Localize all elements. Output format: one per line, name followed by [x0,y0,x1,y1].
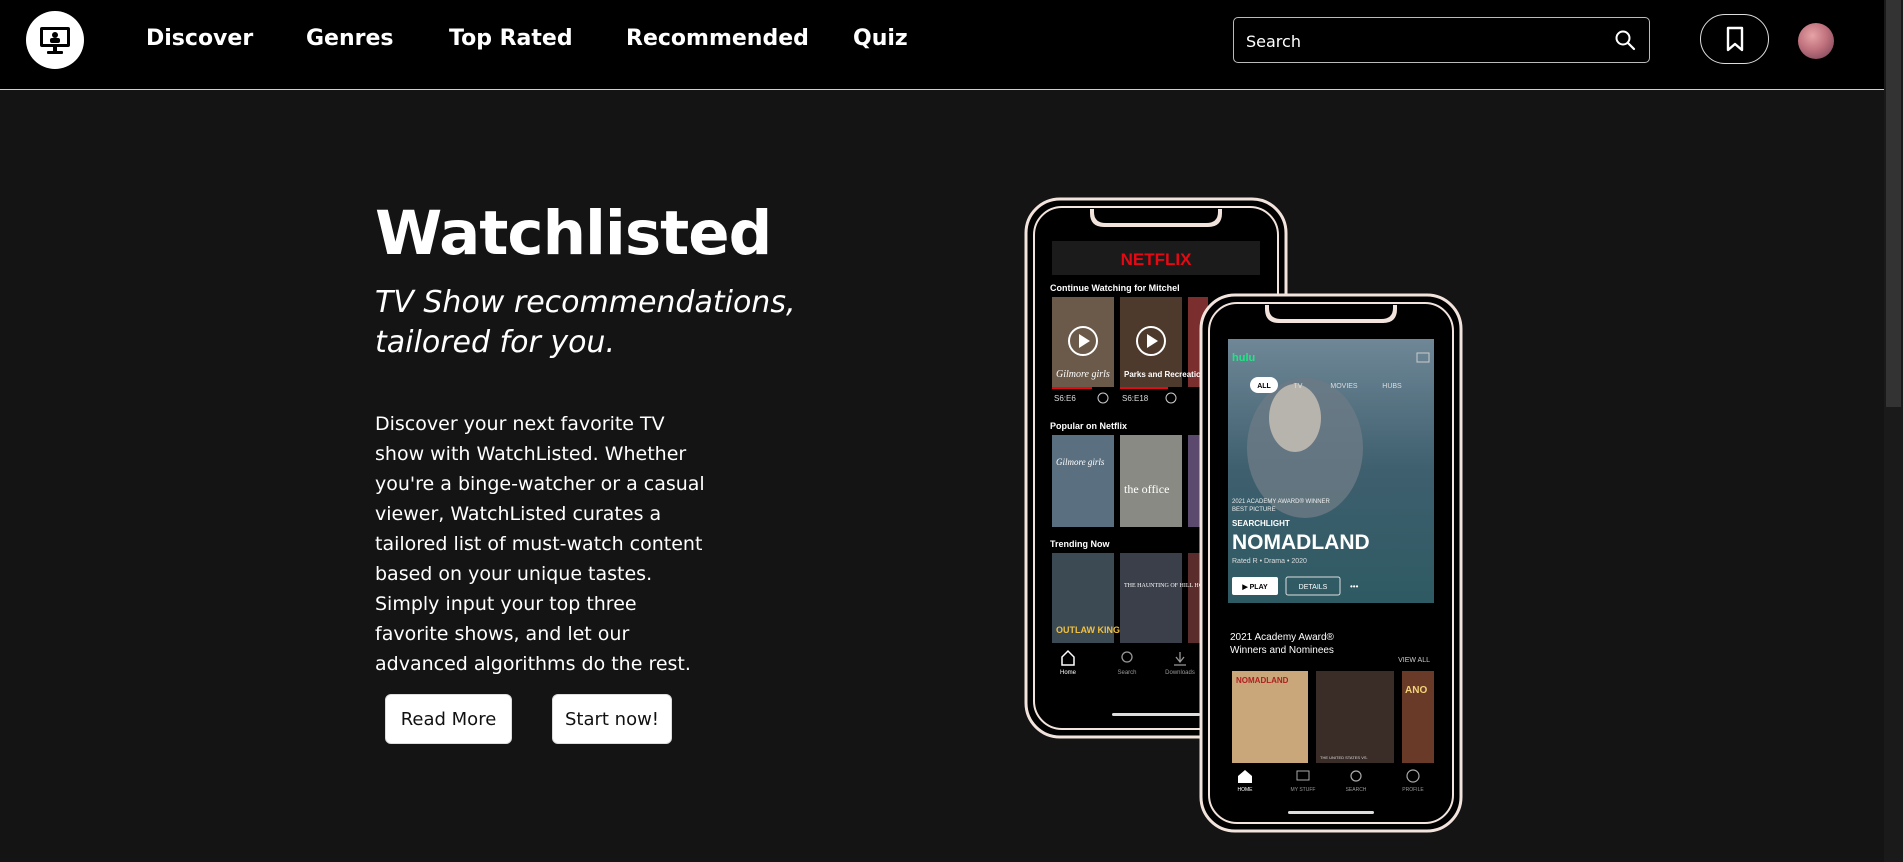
hulu-tab-all[interactable]: ALL [1257,383,1271,390]
scrollbar-thumb[interactable] [1886,0,1901,407]
tabbar-label: Search [1117,670,1136,676]
award-line: BEST PICTURE [1232,507,1276,513]
hulu-tab-movies[interactable]: MOVIES [1330,383,1358,390]
episode-label: S6:E18 [1122,394,1149,403]
tabbar-label: Downloads [1165,670,1195,676]
row-item: NOMADLAND [1236,676,1289,685]
popular-item: the office [1124,482,1169,496]
netflix-brand: NETFLIX [1121,250,1192,269]
start-now-button[interactable]: Start now! [552,694,672,744]
play-button[interactable]: ▶ PLAY [1241,584,1268,591]
search-icon[interactable] [1614,29,1636,51]
studio-name: SEARCHLIGHT [1232,519,1290,528]
details-button[interactable]: DETAILS [1299,584,1328,591]
logo[interactable] [26,11,84,69]
search-box [1233,17,1650,63]
nav-quiz[interactable]: Quiz [853,26,908,51]
popular-heading: Popular on Netflix [1050,421,1127,431]
hulu-brand: hulu [1232,352,1255,364]
tabbar-label: MY STUFF [1291,787,1316,793]
avatar[interactable] [1798,23,1834,59]
tabbar-label: Home [1060,670,1077,676]
view-all-link[interactable]: VIEW ALL [1398,657,1430,664]
hulu-phone: hulu ALL TV MOVIES HUBS 2021 ACADEMY AWA… [1199,293,1463,833]
bookmark-icon [1726,26,1743,52]
search-input[interactable] [1244,28,1598,54]
row-heading: 2021 Academy Award® Winners and Nominees [1230,632,1334,656]
row-item: THE UNITED STATES VS. [1320,755,1368,760]
phone-mockups: NETFLIX Continue Watching for Mitchel Gi… [1024,197,1463,833]
tv-monitor-icon [40,27,70,54]
nav-discover[interactable]: Discover [146,26,253,51]
hulu-tab-hubs[interactable]: HUBS [1382,383,1402,390]
feature-title: NOMADLAND [1232,531,1370,554]
trending-heading: Trending Now [1050,539,1110,549]
read-more-button[interactable]: Read More [385,694,512,744]
episode-label: S6:E6 [1054,394,1076,403]
more-icon[interactable]: ••• [1350,582,1359,591]
nav-genres[interactable]: Genres [306,26,394,51]
nav-top-rated[interactable]: Top Rated [449,26,573,51]
hulu-tab-tv[interactable]: TV [1294,383,1303,390]
trending-item: OUTLAW KING [1056,625,1120,635]
tabbar-label: SEARCH [1346,787,1367,793]
tabbar-label: HOME [1238,787,1254,793]
tagline: TV Show recommendations, tailored for yo… [375,285,796,360]
row-item: ANO [1405,685,1427,696]
tabbar-label: PROFILE [1402,787,1424,793]
award-line: 2021 ACADEMY AWARD® WINNER [1232,498,1331,505]
nav-recommended[interactable]: Recommended [626,26,809,51]
popular-item: Gilmore girls [1056,457,1105,467]
top-nav: Discover Genres Top Rated Recommended Qu… [0,0,1884,90]
feature-meta: Rated R • Drama • 2020 [1232,558,1307,565]
page-title: Watchlisted [375,198,772,269]
hero-description: Discover your next favorite TV show with… [375,413,705,675]
continue-item: Gilmore girls [1056,369,1110,380]
continue-heading: Continue Watching for Mitchel [1050,283,1180,293]
watchlist-button[interactable] [1700,14,1769,64]
continue-item: Parks and Recreation [1124,370,1206,379]
